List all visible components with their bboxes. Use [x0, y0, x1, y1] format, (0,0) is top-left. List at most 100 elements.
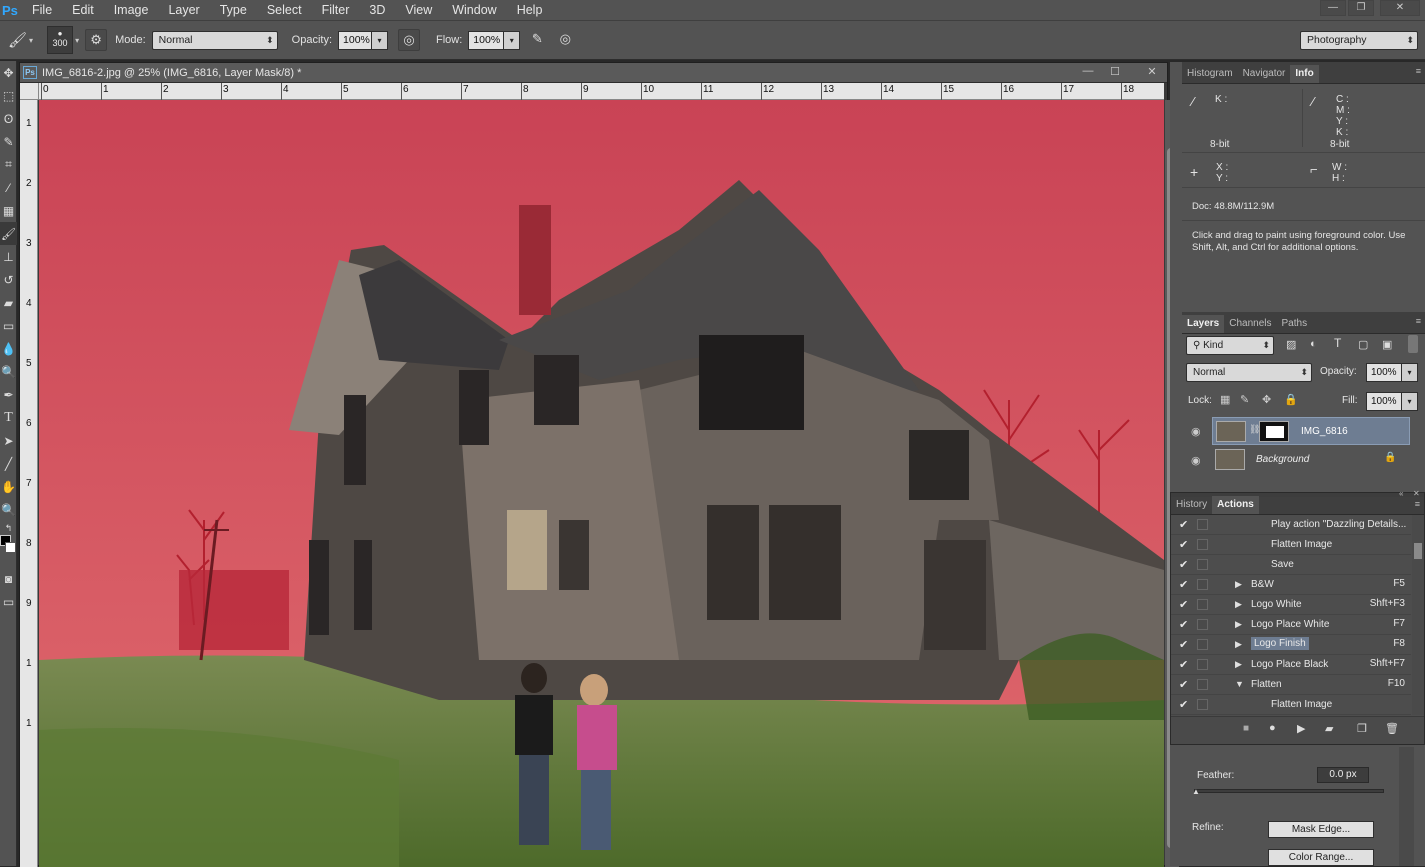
delete-icon[interactable]: 🗑 — [1385, 722, 1399, 735]
airbrush-icon[interactable]: ✎ — [526, 29, 548, 51]
brush-panel-toggle-icon[interactable]: ⚙ — [85, 29, 108, 51]
dialog-toggle-box[interactable] — [1197, 679, 1208, 690]
expand-icon[interactable]: ▶ — [1235, 639, 1242, 650]
flow-input[interactable]: 100% — [468, 30, 505, 50]
action-item[interactable]: ✔ ▶ Logo White Shft+F3 — [1171, 595, 1411, 615]
swap-colors-icon[interactable]: ↰ — [0, 521, 17, 535]
marquee-tool-icon[interactable]: ⬚ — [0, 84, 17, 107]
layer-mask-thumbnail[interactable] — [1259, 421, 1289, 442]
menu-type[interactable]: Type — [210, 0, 257, 20]
minimize-icon[interactable]: — — [1320, 0, 1346, 16]
actions-panel-menu-icon[interactable]: ≡ — [1415, 499, 1420, 509]
lasso-tool-icon[interactable]: ʘ — [0, 107, 17, 130]
close-icon[interactable]: ✕ — [1380, 0, 1420, 16]
color-range-button[interactable]: Color Range... — [1268, 849, 1374, 866]
healing-tool-icon[interactable]: ▦ — [0, 199, 17, 222]
move-tool-icon[interactable]: ✥ — [0, 61, 17, 84]
doc-close-icon[interactable]: ✕ — [1142, 65, 1162, 80]
pressure-opacity-icon[interactable]: ◎ — [398, 29, 421, 51]
actions-scrollbar[interactable] — [1412, 515, 1424, 715]
pen-tool-icon[interactable]: ✒ — [0, 383, 17, 406]
type-tool-icon[interactable]: T — [0, 406, 17, 429]
opacity-dropdown-icon[interactable]: ▾ — [372, 30, 389, 50]
new-action-icon[interactable]: ❐ — [1357, 722, 1367, 735]
menu-edit[interactable]: Edit — [62, 0, 104, 20]
fill-input[interactable]: 100% — [1366, 392, 1402, 411]
dialog-toggle-box[interactable] — [1197, 659, 1208, 670]
checkmark-icon[interactable]: ✔ — [1179, 538, 1188, 551]
new-set-folder-icon[interactable]: ▰ — [1325, 722, 1333, 735]
expand-icon[interactable]: ▼ — [1235, 679, 1244, 689]
dialog-toggle-box[interactable] — [1197, 539, 1208, 550]
dialog-toggle-box[interactable] — [1197, 619, 1208, 630]
action-name[interactable]: Flatten Image — [1271, 539, 1332, 550]
action-item[interactable]: ✔ ▼ Flatten F10 — [1171, 675, 1411, 695]
document-tab[interactable]: Ps IMG_6816-2.jpg @ 25% (IMG_6816, Layer… — [20, 63, 1167, 83]
dialog-toggle-box[interactable] — [1197, 699, 1208, 710]
expand-icon[interactable]: ▶ — [1235, 659, 1242, 670]
opacity-input[interactable]: 100% — [338, 30, 373, 50]
dialog-toggle-box[interactable] — [1197, 639, 1208, 650]
action-name[interactable]: Logo White — [1251, 599, 1302, 610]
menu-3d[interactable]: 3D — [359, 0, 395, 20]
action-item[interactable]: ✔ ▶ B&W F5 — [1171, 575, 1411, 595]
checkmark-icon[interactable]: ✔ — [1179, 518, 1188, 531]
fill-dropdown-icon[interactable]: ▾ — [1402, 392, 1418, 411]
dialog-toggle-box[interactable] — [1197, 579, 1208, 590]
tab-channels[interactable]: Channels — [1224, 315, 1276, 333]
mask-edge-button[interactable]: Mask Edge... — [1268, 821, 1374, 838]
brush-tool-icon[interactable]: 🖌 — [8, 31, 27, 49]
actions-scroll-thumb[interactable] — [1414, 543, 1422, 559]
action-item[interactable]: ✔ ▶ Logo Finish F8 — [1171, 635, 1411, 655]
mode-select[interactable]: Normal — [151, 30, 278, 50]
layer-opacity-dropdown-icon[interactable]: ▾ — [1402, 363, 1418, 382]
filter-pixel-icon[interactable]: ▨ — [1286, 338, 1296, 351]
brush-tool-icon[interactable]: 🖌 — [0, 222, 17, 245]
layer-name[interactable]: Background — [1256, 454, 1309, 465]
menu-window[interactable]: Window — [442, 0, 506, 20]
layer-opacity-input[interactable]: 100% — [1366, 363, 1402, 382]
properties-scrollbar[interactable] — [1399, 747, 1414, 866]
action-item[interactable]: ✔ Flatten Image — [1171, 695, 1411, 715]
quick-select-tool-icon[interactable]: ✎ — [0, 130, 17, 153]
checkmark-icon[interactable]: ✔ — [1179, 678, 1188, 691]
lock-pixels-icon[interactable]: ✎ — [1240, 393, 1249, 406]
checkmark-icon[interactable]: ✔ — [1179, 598, 1188, 611]
flow-dropdown-icon[interactable]: ▾ — [504, 30, 521, 50]
filter-type-icon[interactable]: T — [1334, 336, 1341, 350]
screen-mode-icon[interactable]: ▭ — [0, 590, 17, 613]
dodge-tool-icon[interactable]: 🔍 — [0, 360, 17, 383]
menu-layer[interactable]: Layer — [158, 0, 209, 20]
eyedropper-tool-icon[interactable]: ⁄ — [0, 176, 17, 199]
tab-layers[interactable]: Layers — [1182, 315, 1225, 333]
blur-tool-icon[interactable]: 💧 — [0, 337, 17, 360]
filter-shape-icon[interactable]: ▢ — [1358, 338, 1368, 351]
line-tool-icon[interactable]: ╱ — [0, 452, 17, 475]
layer-row-background[interactable]: Background 🔒 — [1212, 446, 1410, 474]
visibility-eye-icon[interactable]: ◉ — [1191, 454, 1201, 467]
expand-icon[interactable]: ▶ — [1235, 579, 1242, 590]
action-name[interactable]: B&W — [1251, 579, 1274, 590]
action-name[interactable]: Logo Place Black — [1251, 659, 1328, 670]
tab-histogram[interactable]: Histogram — [1182, 65, 1238, 83]
action-item[interactable]: ✔ ▶ Logo Place Black Shft+F7 — [1171, 655, 1411, 675]
action-name[interactable]: Logo Finish — [1251, 637, 1309, 650]
tool-preset-dropdown-icon[interactable]: ▾ — [29, 36, 33, 45]
doc-minimize-icon[interactable]: — — [1078, 65, 1098, 80]
checkmark-icon[interactable]: ✔ — [1179, 618, 1188, 631]
action-name[interactable]: Logo Place White — [1251, 619, 1329, 630]
menu-select[interactable]: Select — [257, 0, 312, 20]
brush-size-picker[interactable]: ● 300 — [47, 26, 74, 54]
layer-row-img[interactable]: ⛓ IMG_6816 — [1212, 417, 1410, 445]
menu-image[interactable]: Image — [104, 0, 159, 20]
tab-actions[interactable]: Actions — [1212, 496, 1259, 514]
panel-menu-icon[interactable]: ≡ — [1416, 66, 1421, 76]
action-item[interactable]: ✔ ▶ Logo Place White F7 — [1171, 615, 1411, 635]
menu-view[interactable]: View — [395, 0, 442, 20]
dialog-toggle-box[interactable] — [1197, 559, 1208, 570]
lock-all-icon[interactable]: 🔒 — [1284, 393, 1298, 406]
history-brush-tool-icon[interactable]: ↺ — [0, 268, 17, 291]
lock-transparent-icon[interactable]: ▦ — [1220, 393, 1230, 406]
visibility-eye-icon[interactable]: ◉ — [1191, 425, 1201, 438]
menu-filter[interactable]: Filter — [312, 0, 360, 20]
